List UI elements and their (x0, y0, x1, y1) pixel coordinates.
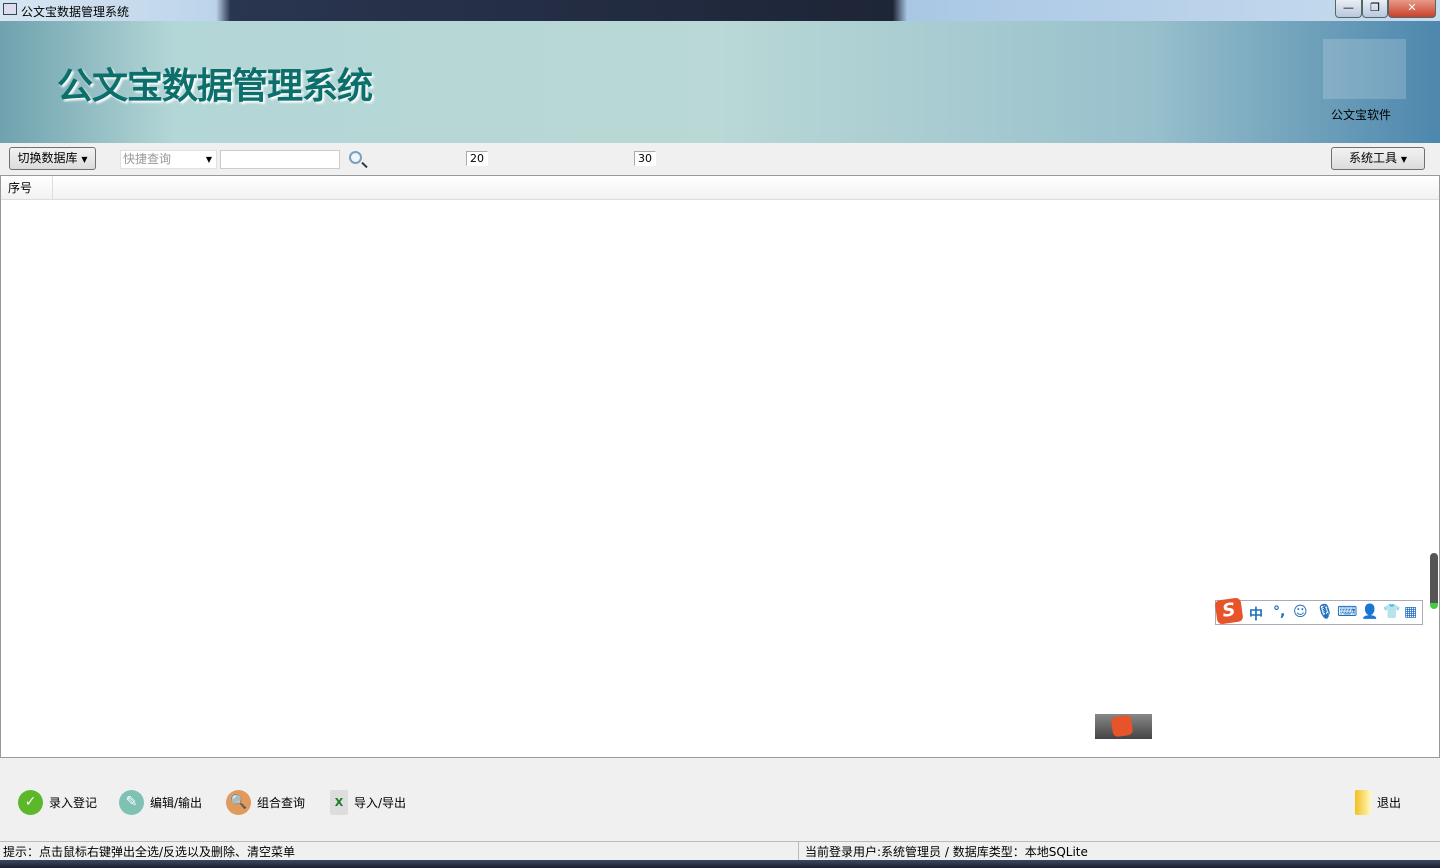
switch-database-label: 切换数据库 (17, 151, 78, 165)
app-icon (3, 3, 17, 15)
quick-query-placeholder: 快捷查询 (123, 152, 172, 166)
dropdown-arrow-icon: ▼ (81, 155, 88, 164)
field-30[interactable]: 30 (634, 151, 656, 166)
side-scroll-handle[interactable] (1430, 553, 1438, 609)
import-export-button[interactable]: X 导入/导出 (330, 790, 406, 815)
register-label: 录入登记 (49, 796, 98, 810)
ime-toolbar[interactable]: 中 °, ☺ 🎙 ⌨ 👤 👕 ▦ (1215, 600, 1423, 625)
field-20[interactable]: 20 (466, 151, 488, 166)
check-icon: ✓ (18, 790, 43, 815)
column-header-index[interactable]: 序号 (1, 176, 53, 200)
user-icon[interactable]: 👤 (1361, 604, 1378, 620)
import-export-label: 导入/导出 (354, 796, 407, 810)
search-icon[interactable] (349, 151, 362, 164)
switch-database-button[interactable]: 切换数据库 ▼ (9, 147, 96, 170)
ime-punct[interactable]: °, (1273, 604, 1285, 620)
edit-pencil-icon: ✎ (119, 790, 144, 815)
microphone-icon[interactable]: 🎙 (1316, 604, 1334, 620)
title-bar: 公文宝数据管理系统 — ❐ ✕ (0, 0, 1440, 21)
edit-output-button[interactable]: ✎ 编辑/输出 (119, 790, 202, 815)
edit-label: 编辑/输出 (150, 796, 203, 810)
ime-mini-bar[interactable] (1095, 714, 1152, 739)
door-exit-icon (1355, 790, 1371, 815)
exit-button[interactable]: 退出 (1355, 790, 1401, 815)
status-hint: 提示：点击鼠标右键弹出全选/反选以及删除、清空菜单 (3, 845, 296, 859)
company-name: 公文宝软件 (1331, 108, 1392, 122)
minimize-button[interactable]: — (1335, 0, 1362, 18)
system-tools-label: 系统工具 (1349, 151, 1398, 165)
data-grid[interactable]: 序号 (0, 175, 1440, 758)
status-user-info: 当前登录用户:系统管理员 / 数据库类型：本地SQLite (798, 842, 1088, 862)
keyboard-icon[interactable]: ⌨ (1337, 604, 1357, 620)
sogou-mini-icon (1110, 714, 1134, 738)
register-button[interactable]: ✓ 录入登记 (18, 790, 97, 815)
logo-area (1323, 39, 1406, 99)
close-button[interactable]: ✕ (1388, 0, 1436, 18)
status-bar: 提示：点击鼠标右键弹出全选/反选以及删除、清空菜单 当前登录用户:系统管理员 /… (0, 841, 1440, 862)
restore-button[interactable]: ❐ (1362, 0, 1388, 18)
dropdown-arrow-icon: ▼ (1400, 155, 1407, 164)
quick-query-select[interactable]: 快捷查询 ▼ (120, 150, 217, 169)
window-title: 公文宝数据管理系统 (21, 5, 130, 19)
combo-query-button[interactable]: 🔍 组合查询 (226, 790, 305, 815)
grid-header: 序号 (1, 176, 1439, 200)
skin-shirt-icon[interactable]: 👕 (1383, 604, 1400, 620)
excel-icon: X (330, 790, 348, 815)
magnifier-icon: 🔍 (226, 790, 251, 815)
os-taskbar (0, 860, 1440, 868)
header-banner: 公文宝数据管理系统 公文宝软件 (0, 21, 1440, 143)
chevron-down-icon: ▼ (205, 155, 212, 164)
toolbar: 切换数据库 ▼ 快捷查询 ▼ 20 30 系统工具 ▼ (0, 143, 1440, 175)
exit-label: 退出 (1377, 796, 1402, 810)
action-bar: ✓ 录入登记 ✎ 编辑/输出 🔍 组合查询 X 导入/导出 退出 (0, 770, 1440, 835)
grid-menu-icon[interactable]: ▦ (1404, 604, 1417, 620)
ime-mode[interactable]: 中 (1249, 604, 1263, 624)
combo-query-label: 组合查询 (257, 796, 306, 810)
system-tools-button[interactable]: 系统工具 ▼ (1331, 147, 1425, 170)
emoji-icon[interactable]: ☺ (1293, 604, 1308, 620)
app-title: 公文宝数据管理系统 (57, 66, 373, 107)
search-input[interactable] (220, 150, 340, 169)
sogou-logo-icon[interactable]: S (1214, 597, 1244, 625)
